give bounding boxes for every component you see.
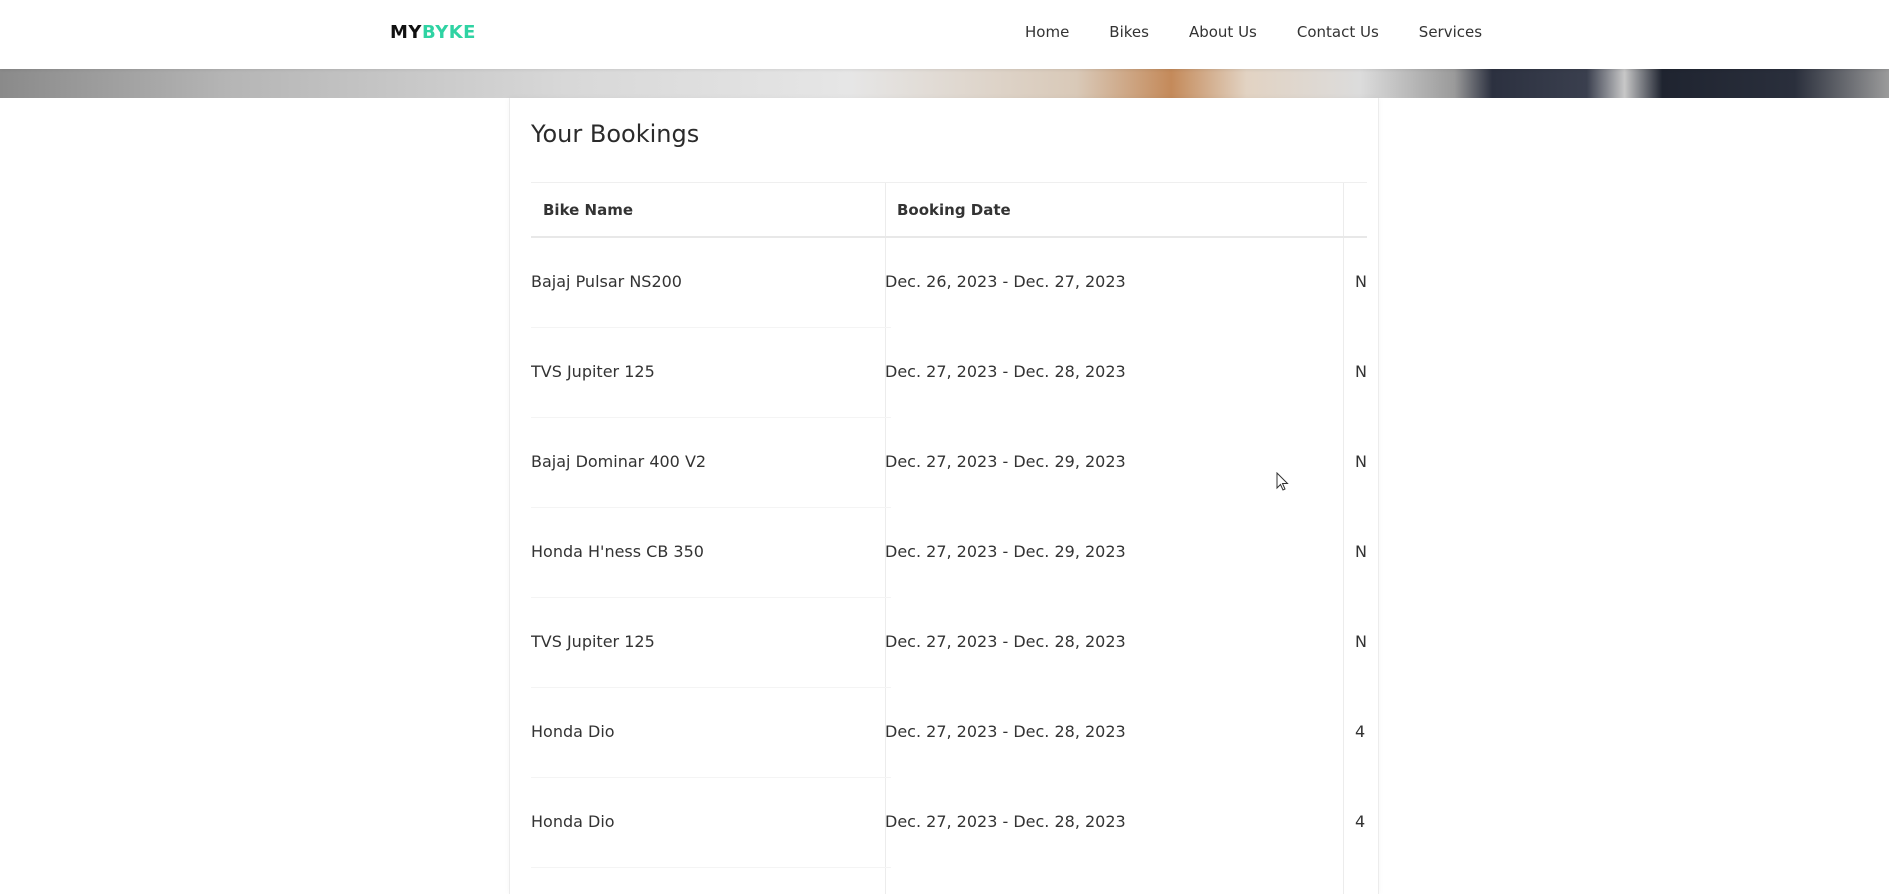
- cell-booking-date: Dec. 27, 2023 - Dec. 29, 2023: [885, 542, 1126, 561]
- brand-logo-part1: MY: [390, 22, 422, 43]
- table-row: Bajaj Dominar 400 V2 Dec. 27, 2023 - Dec…: [531, 418, 1367, 508]
- mouse-cursor-icon: [1276, 472, 1289, 491]
- cell-bike-name: Honda H'ness CB 350: [531, 542, 704, 561]
- cell-truncated: N: [1355, 362, 1367, 381]
- bookings-title: Your Bookings: [531, 120, 700, 148]
- cell-booking-date: Dec. 27, 2023 - Dec. 28, 2023: [885, 812, 1126, 831]
- bookings-table[interactable]: Bike Name Booking Date Bajaj Pulsar NS20…: [531, 182, 1367, 894]
- table-header-row: Bike Name Booking Date: [531, 182, 1367, 238]
- cell-truncated: 4:: [1355, 812, 1367, 831]
- table-row: Honda H'ness CB 350 Dec. 27, 2023 - Dec.…: [531, 508, 1367, 598]
- table-row: Honda Dio Dec. 27, 2023 - Dec. 28, 2023 …: [531, 688, 1367, 778]
- cell-bike-name: Honda Dio: [531, 722, 615, 741]
- cell-bike-name: TVS Jupiter 125: [531, 362, 655, 381]
- nav-home-link[interactable]: Home: [1025, 23, 1069, 41]
- cell-booking-date: Dec. 26, 2023 - Dec. 27, 2023: [885, 272, 1126, 291]
- cell-booking-date: Dec. 27, 2023 - Dec. 29, 2023: [885, 452, 1126, 471]
- brand-logo-part2: BYKE: [421, 22, 476, 43]
- main-nav: Home Bikes About Us Contact Us Services: [1025, 23, 1482, 41]
- brand-logo[interactable]: MYBYKE: [390, 22, 476, 43]
- table-row: Bajaj Pulsar NS200 Dec. 26, 2023 - Dec. …: [531, 238, 1367, 328]
- cell-bike-name: Bajaj Dominar 400 V2: [531, 452, 707, 471]
- table-row: Honda Dio Dec. 27, 2023 - Dec. 28, 2023 …: [531, 778, 1367, 868]
- cell-truncated: N: [1355, 542, 1367, 561]
- bookings-card: Your Bookings Bike Name Booking Date Baj…: [509, 98, 1379, 894]
- hero-image-strip: [0, 69, 1889, 98]
- cell-truncated: N: [1355, 272, 1367, 291]
- table-row: TVS Jupiter 125 Dec. 27, 2023 - Dec. 28,…: [531, 598, 1367, 688]
- cell-truncated: 4:: [1355, 722, 1367, 741]
- cell-booking-date: Dec. 27, 2023 - Dec. 28, 2023: [885, 362, 1126, 381]
- cell-truncated: N: [1355, 632, 1367, 651]
- row-divider: [531, 867, 891, 868]
- nav-about-link[interactable]: About Us: [1189, 23, 1257, 41]
- column-header-booking-date: Booking Date: [897, 201, 1011, 219]
- cell-booking-date: Dec. 27, 2023 - Dec. 28, 2023: [885, 632, 1126, 651]
- top-navbar: MYBYKE Home Bikes About Us Contact Us Se…: [0, 0, 1889, 69]
- table-row: TVS Jupiter 125 Dec. 27, 2023 - Dec. 28,…: [531, 328, 1367, 418]
- cell-truncated: N: [1355, 452, 1367, 471]
- nav-services-link[interactable]: Services: [1419, 23, 1482, 41]
- cell-booking-date: Dec. 27, 2023 - Dec. 28, 2023: [885, 722, 1126, 741]
- cell-bike-name: Bajaj Pulsar NS200: [531, 272, 682, 291]
- column-header-bike-name: Bike Name: [543, 201, 634, 219]
- cell-bike-name: TVS Jupiter 125: [531, 632, 655, 651]
- cell-bike-name: Honda Dio: [531, 812, 615, 831]
- nav-bikes-link[interactable]: Bikes: [1109, 23, 1149, 41]
- nav-contact-link[interactable]: Contact Us: [1297, 23, 1379, 41]
